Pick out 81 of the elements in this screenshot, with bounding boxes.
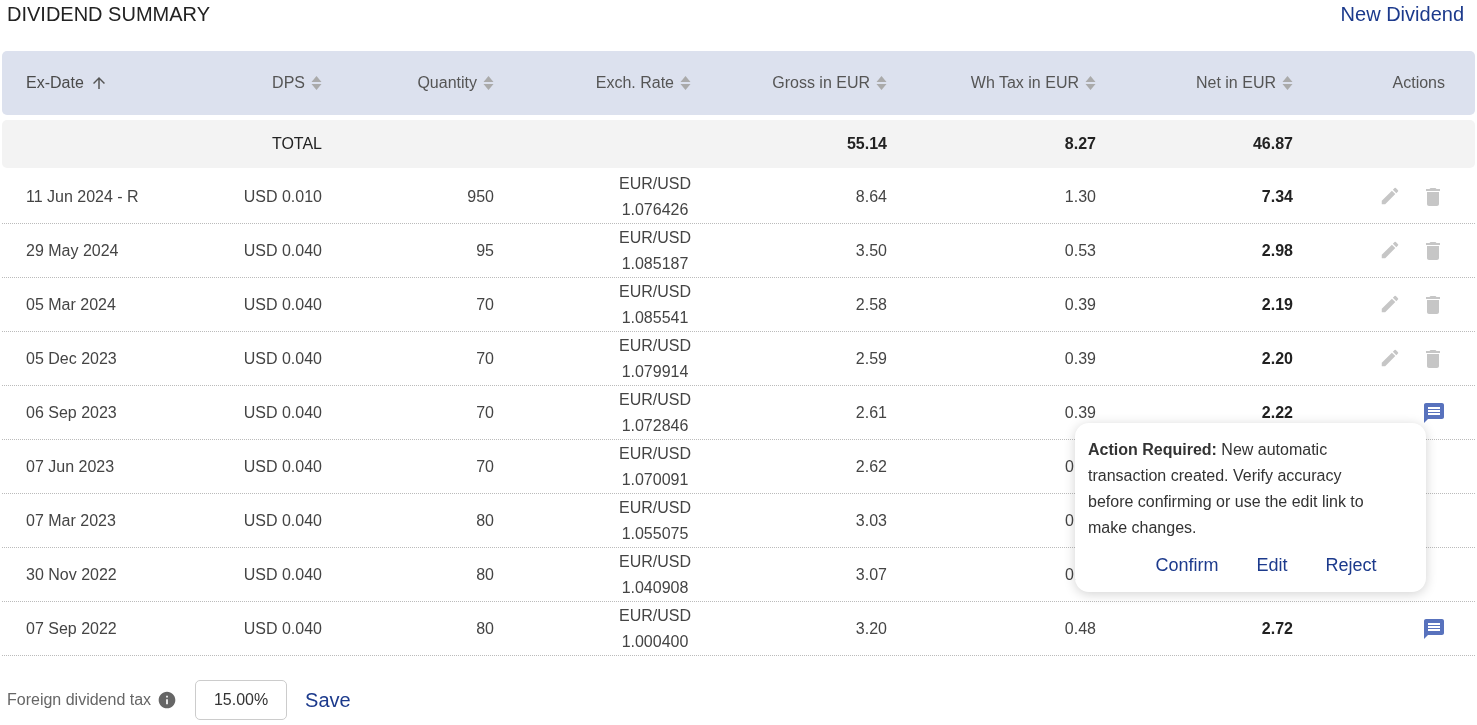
tooltip-link[interactable]: Edit bbox=[1256, 555, 1288, 576]
table-cell-text: 8.64 bbox=[854, 187, 887, 206]
table-cell-text: USD 0.040 bbox=[242, 241, 322, 260]
table-cell-text: 2.59 bbox=[854, 349, 887, 368]
table-cell-text: 0.39 bbox=[1063, 349, 1096, 368]
table-cell-text: EUR/USD 1.055075 bbox=[619, 497, 691, 544]
table-cell-text: 3.07 bbox=[854, 565, 887, 584]
table-cell-text: 950 bbox=[466, 187, 494, 206]
column-header[interactable]: Net in EUR bbox=[1195, 74, 1276, 92]
table-cell-text: USD 0.040 bbox=[242, 403, 322, 422]
table-cell-text: 70 bbox=[475, 349, 494, 368]
table-cell-text: 2.98 bbox=[1260, 241, 1293, 260]
table-cell-text: EUR/USD 1.079914 bbox=[619, 335, 691, 382]
tooltip-link[interactable]: Confirm bbox=[1155, 555, 1219, 576]
tooltip-message: Action Required: New automatic transaction created. Verify accuracy before confirming or use the edit link to make changes. bbox=[1088, 440, 1365, 538]
table-cell-text: USD 0.040 bbox=[242, 295, 322, 314]
table-cell-text: 70 bbox=[475, 295, 494, 314]
table-cell-text: EUR/USD 1.072846 bbox=[619, 389, 691, 436]
table-cell-text: 70 bbox=[475, 457, 494, 476]
table-cell-text: 2.58 bbox=[854, 295, 887, 314]
comment-icon[interactable] bbox=[1422, 616, 1446, 641]
table-cell-text: EUR/USD 1.085541 bbox=[619, 281, 691, 328]
table-cell-text: 8.27 bbox=[1063, 135, 1096, 153]
table-cell-text: USD 0.040 bbox=[242, 457, 322, 476]
table-cell-text: EUR/USD 1.085187 bbox=[619, 227, 691, 274]
table-cell-text: USD 0.040 bbox=[242, 349, 322, 368]
table-cell-text: 0.48 bbox=[1063, 619, 1096, 638]
table-cell-text: 07 Mar 2023 bbox=[25, 511, 117, 530]
table-cell-text: 0.39 bbox=[1063, 295, 1096, 314]
table-cell-text: 70 bbox=[475, 403, 494, 422]
table-cell-text: 2.19 bbox=[1260, 295, 1293, 314]
table-cell-text: 2.62 bbox=[854, 457, 887, 476]
table-cell-text: USD 0.040 bbox=[242, 511, 322, 530]
table-cell-text: 2.72 bbox=[1260, 619, 1293, 638]
column-header[interactable]: Gross in EUR bbox=[772, 74, 870, 92]
table-cell-text: 1.30 bbox=[1063, 187, 1096, 206]
table-cell-text: 11 Jun 2024 - R bbox=[25, 187, 140, 206]
table-cell-text: 80 bbox=[475, 565, 494, 584]
table-cell-text: 05 Mar 2024 bbox=[25, 295, 117, 314]
column-header[interactable]: Quantity bbox=[417, 74, 477, 92]
table-cell-text: 3.03 bbox=[854, 511, 887, 530]
table-cell-text: EUR/USD 1.076426 bbox=[619, 173, 691, 220]
table-cell-text: 05 Dec 2023 bbox=[25, 349, 118, 368]
table-cell-text: 95 bbox=[475, 241, 494, 260]
tax-input-field[interactable]: 15.00% bbox=[195, 680, 288, 720]
table-cell-text: 07 Sep 2022 bbox=[25, 619, 118, 638]
table-cell-text: EUR/USD 1.040908 bbox=[619, 551, 691, 598]
column-header[interactable]: Ex-Date bbox=[26, 74, 84, 92]
table-cell-text: 3.20 bbox=[854, 619, 887, 638]
column-header: Actions bbox=[1392, 74, 1445, 92]
table-cell-text: 3.50 bbox=[854, 241, 887, 260]
table-cell-text: 55.14 bbox=[845, 135, 887, 153]
column-header[interactable]: Exch. Rate bbox=[595, 74, 674, 92]
table-cell-text: 2.20 bbox=[1260, 349, 1293, 368]
column-header[interactable]: Wh Tax in EUR bbox=[970, 74, 1079, 92]
table-cell-text: 7.34 bbox=[1260, 187, 1293, 206]
page-title: DIVIDEND SUMMARY bbox=[7, 2, 210, 26]
table-cell-text: 80 bbox=[475, 511, 494, 530]
tooltip-link[interactable]: Reject bbox=[1325, 555, 1377, 576]
info-icon[interactable] bbox=[157, 690, 178, 710]
save-link[interactable]: Save bbox=[305, 688, 351, 712]
table-cell-text: 07 Jun 2023 bbox=[25, 457, 116, 476]
table-cell-text: 2.61 bbox=[854, 403, 887, 422]
table-cell-text: USD 0.010 bbox=[242, 187, 322, 206]
new-dividend-link[interactable]: New Dividend bbox=[1340, 2, 1464, 26]
table-cell-text: EUR/USD 1.070091 bbox=[619, 443, 691, 490]
table-cell-text: 2.22 bbox=[1260, 403, 1293, 422]
table-cell-text: 80 bbox=[475, 619, 494, 638]
table-cell-text: 46.87 bbox=[1251, 135, 1293, 153]
comment-icon[interactable] bbox=[1422, 400, 1446, 425]
table-cell-text: USD 0.040 bbox=[242, 619, 322, 638]
table-cell-text: EUR/USD 1.000400 bbox=[619, 605, 691, 652]
table-cell-text: 06 Sep 2023 bbox=[25, 403, 118, 422]
tax-label: Foreign dividend tax bbox=[7, 691, 152, 709]
table-cell-text: 30 Nov 2022 bbox=[25, 565, 118, 584]
table-cell-text: USD 0.040 bbox=[242, 565, 322, 584]
table-cell-text: 0.53 bbox=[1063, 241, 1096, 260]
column-header[interactable]: DPS bbox=[272, 74, 305, 92]
table-cell-text: 29 May 2024 bbox=[25, 241, 120, 260]
total-label: TOTAL bbox=[270, 135, 322, 153]
table-cell-text: 0.39 bbox=[1063, 403, 1096, 422]
